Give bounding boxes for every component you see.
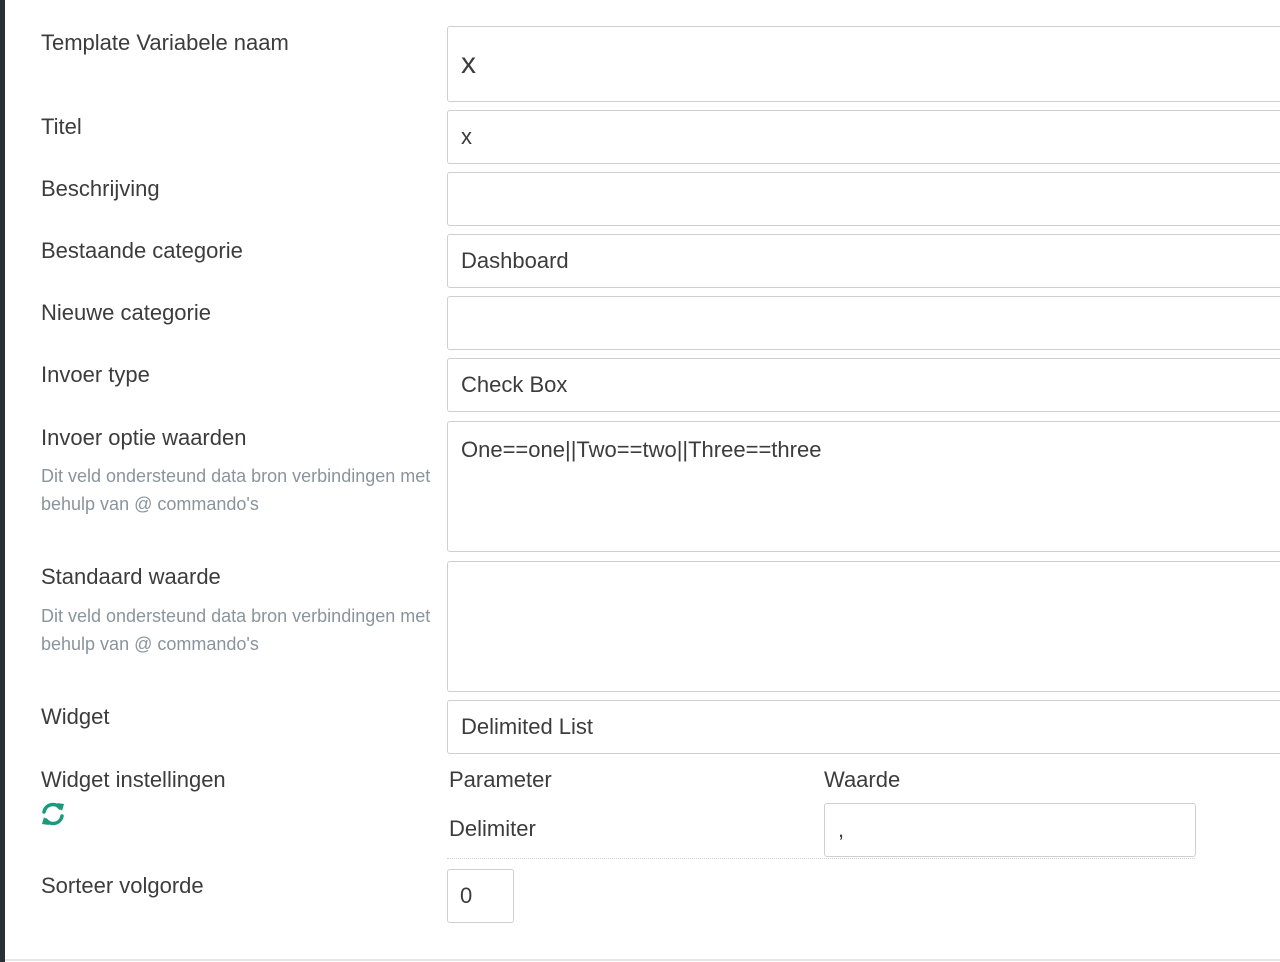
input-type-label: Invoer type — [41, 362, 150, 387]
sort-order-input[interactable] — [447, 869, 514, 923]
new-category-label: Nieuwe categorie — [41, 300, 211, 325]
widget-select[interactable] — [447, 700, 1280, 754]
description-label: Beschrijving — [41, 176, 160, 201]
delimiter-value-input[interactable] — [824, 803, 1196, 857]
input-type-select[interactable] — [447, 358, 1280, 412]
input-options-textarea[interactable]: One==one||Two==two||Three==three — [447, 421, 1280, 552]
name-input[interactable] — [447, 26, 1280, 102]
default-value-help: Dit veld ondersteund data bron verbindin… — [41, 606, 431, 654]
title-input[interactable] — [447, 110, 1280, 164]
widget-settings-label: Widget instellingen — [41, 767, 226, 792]
name-label: Template Variabele naam — [41, 30, 289, 55]
widget-label: Widget — [41, 704, 110, 729]
description-input[interactable] — [447, 172, 1280, 226]
input-options-help: Dit veld ondersteund data bron verbindin… — [41, 466, 431, 514]
default-value-label: Standaard waarde — [41, 564, 221, 589]
existing-category-label: Bestaande categorie — [41, 238, 243, 263]
parameter-column-header: Parameter — [449, 767, 552, 792]
left-edge-bar — [0, 0, 5, 962]
input-options-label: Invoer optie waarden — [41, 425, 247, 450]
title-label: Titel — [41, 114, 82, 139]
existing-category-select[interactable] — [447, 234, 1280, 288]
sort-order-label: Sorteer volgorde — [41, 873, 204, 898]
value-column-header: Waarde — [824, 767, 901, 792]
bottom-divider — [5, 959, 1280, 961]
refresh-icon[interactable] — [40, 801, 66, 827]
new-category-input[interactable] — [447, 296, 1280, 350]
parameter-delimiter-label: Delimiter — [449, 816, 536, 841]
parameter-row-divider — [447, 858, 1195, 859]
default-value-textarea[interactable] — [447, 561, 1280, 692]
